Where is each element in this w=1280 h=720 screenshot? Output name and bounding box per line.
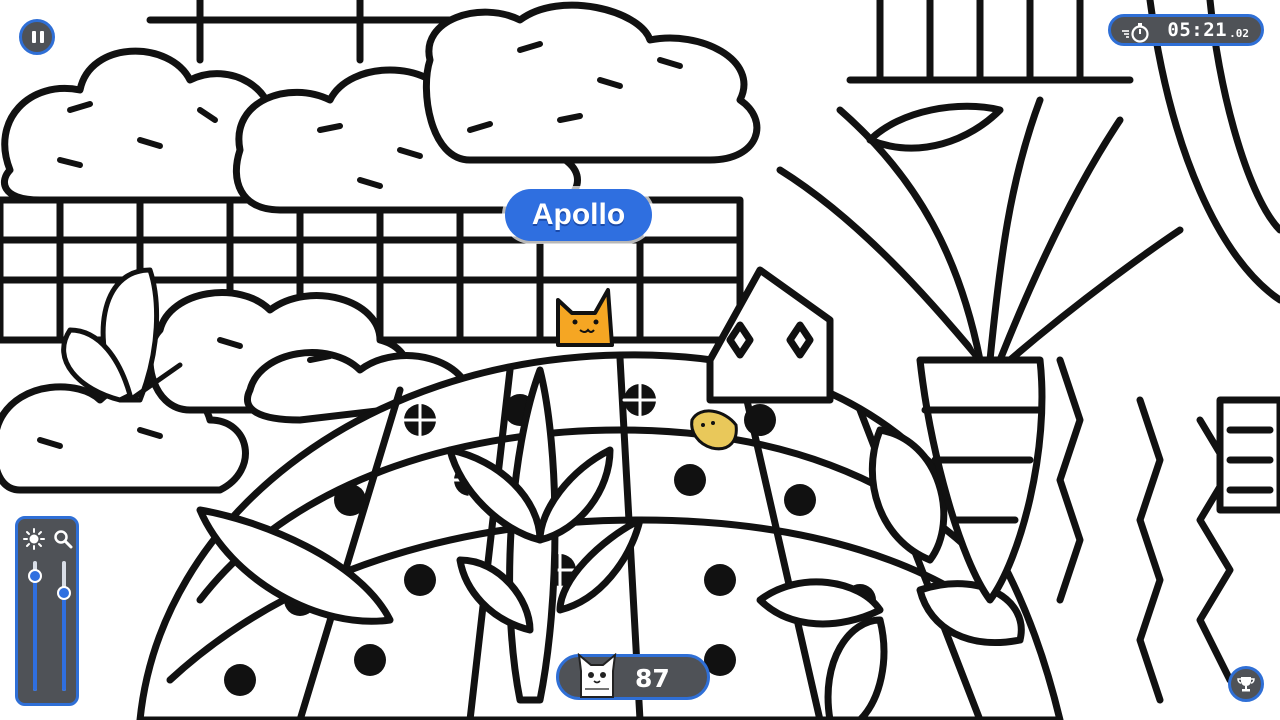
small-house xyxy=(706,266,834,404)
timer-display: 05:21 .02 xyxy=(1108,14,1264,46)
trophy-icon xyxy=(1237,677,1255,692)
timer-main: 05:21 xyxy=(1167,19,1228,41)
view-controls-panel xyxy=(15,516,79,706)
brightness-slider-fill xyxy=(33,576,37,691)
pause-button[interactable] xyxy=(19,19,55,55)
trophy-button[interactable] xyxy=(1228,666,1264,702)
cats-remaining-count: 87 xyxy=(635,664,670,693)
cats-remaining-counter: 87 xyxy=(556,653,710,700)
stopwatch-icon xyxy=(1122,23,1149,43)
zoom-slider-fill xyxy=(62,593,66,691)
magnifier-icon xyxy=(54,530,73,549)
found-cat-name-label: Apollo xyxy=(505,189,652,241)
line-art-scene[interactable] xyxy=(0,0,1280,720)
cat-face-icon xyxy=(577,653,617,698)
found-cat[interactable] xyxy=(556,288,614,347)
sun-icon xyxy=(23,528,45,550)
zoom-slider-thumb[interactable] xyxy=(57,586,71,600)
brightness-slider-thumb[interactable] xyxy=(28,569,42,583)
timer-centiseconds: .02 xyxy=(1229,26,1249,40)
